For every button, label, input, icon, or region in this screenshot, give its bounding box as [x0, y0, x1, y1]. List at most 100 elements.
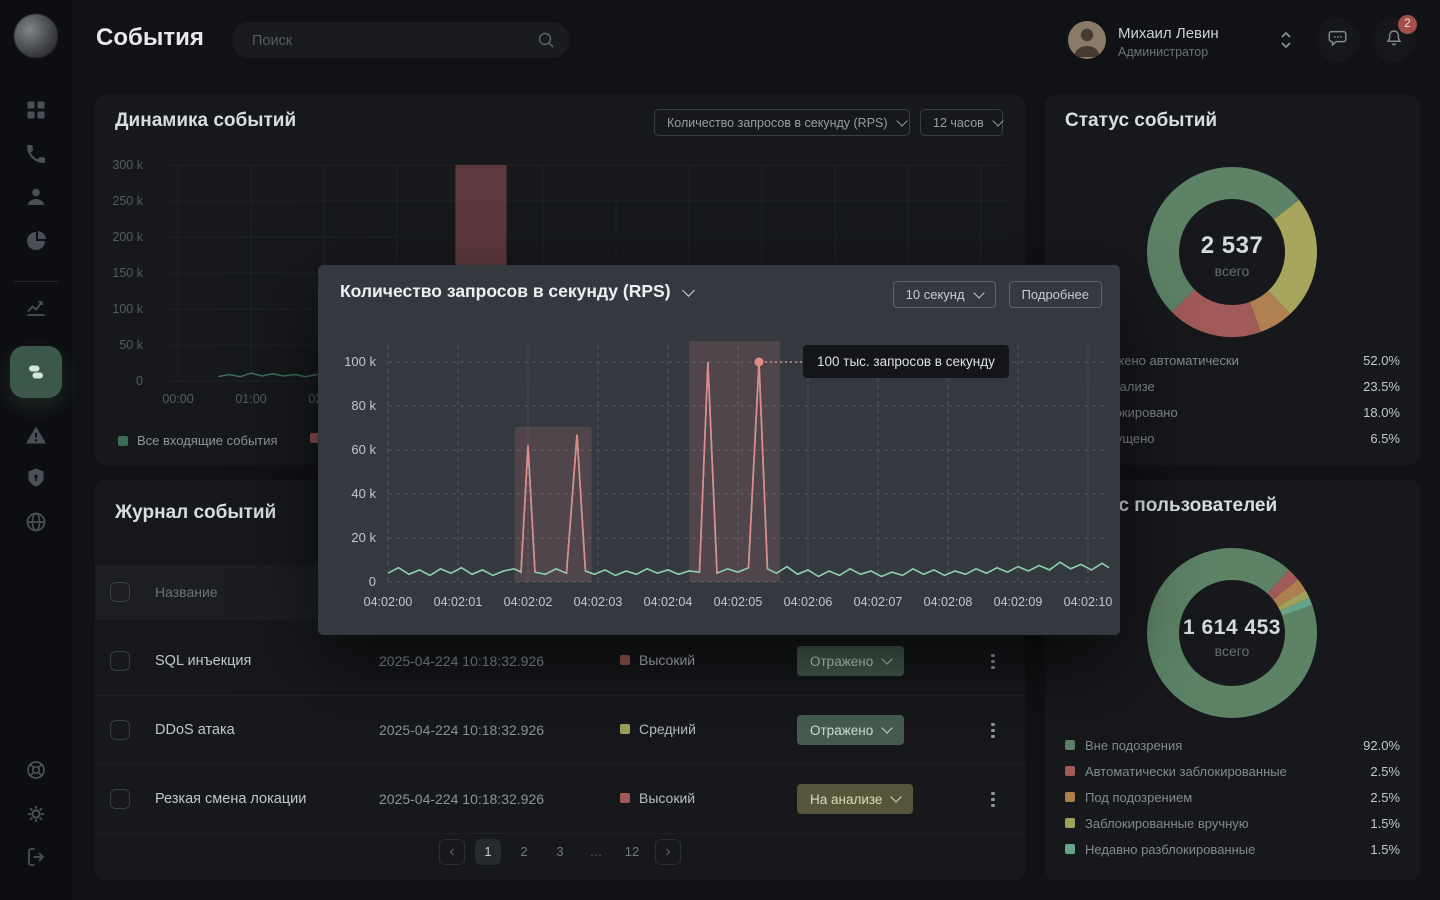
column-header-name: Название [155, 584, 218, 600]
rps-ytick: 0 [369, 574, 376, 589]
chevron-down-icon [896, 115, 907, 126]
event-name: SQL инъекция [155, 653, 251, 669]
rps-xtick: 04:02:05 [714, 595, 763, 609]
pagination-page[interactable]: 1 [475, 839, 501, 865]
status-legend-label: Недавно разблокированные [1065, 842, 1255, 857]
legend-text: Автоматически заблокированные [1085, 764, 1287, 779]
dynamics-ytick: 150 k [112, 266, 143, 280]
pagination-prev[interactable]: ‹ [439, 839, 465, 865]
chevron-down-icon [992, 115, 1003, 126]
search-box [232, 22, 570, 58]
dynamics-ytick: 50 k [119, 338, 143, 352]
users-status-legend: Вне подозрения92.0% Автоматически заблоки… [1065, 732, 1400, 862]
sidebar-item-events-active[interactable] [10, 346, 62, 398]
status-legend-label: Автоматически заблокированные [1065, 764, 1287, 779]
search-input[interactable] [250, 22, 534, 60]
events-sync-icon [24, 360, 48, 384]
avatar[interactable] [1068, 21, 1106, 59]
modal-title: Количество запросов в секунду (RPS) [340, 281, 671, 302]
dynamics-ytick: 250 k [112, 194, 143, 208]
modal-title-dropdown[interactable]: Количество запросов в секунду (RPS) [340, 281, 693, 302]
legend-percent: 2.5% [1370, 764, 1400, 779]
chart-tooltip: 100 тыс. запросов в секунду [803, 345, 1009, 378]
severity-label: Высокий [639, 790, 695, 806]
pagination-page[interactable]: 12 [619, 839, 645, 865]
select-all-checkbox[interactable] [110, 582, 130, 602]
journal-rows: SQL инъекция 2025-04-224 10:18:32.926 Высо… [95, 627, 1025, 834]
chevron-down-icon [891, 791, 902, 802]
app-logo[interactable] [14, 14, 58, 58]
events-donut-svg[interactable] [1132, 152, 1332, 352]
table-row: DDoS атака2025-04-224 10:18:32.926Средни… [95, 696, 1025, 765]
rps-xtick: 04:02:03 [574, 595, 623, 609]
event-severity: Высокий [620, 652, 695, 668]
table-row: SQL инъекция 2025-04-224 10:18:32.926 Высо… [95, 627, 1025, 696]
status-select[interactable]: На анализе [797, 784, 913, 814]
metric-select[interactable]: Количество запросов в секунду (RPS) [654, 109, 910, 136]
users-icon[interactable] [24, 185, 48, 209]
search-icon[interactable] [537, 31, 555, 49]
pagination-next[interactable]: › [655, 839, 681, 865]
event-checkbox[interactable] [110, 720, 130, 740]
event-datetime: 2025-04-224 10:18:32.926 [379, 722, 544, 738]
status-legend-label: Под подозрением [1065, 790, 1192, 805]
legend-item: Все входящие события [118, 433, 278, 448]
phone-icon[interactable] [24, 142, 48, 166]
legend-label: Все входящие события [137, 433, 278, 448]
pagination-page[interactable]: 3 [547, 839, 573, 865]
event-name: DDoS атака [155, 722, 235, 738]
rps-ytick: 80 k [351, 398, 376, 413]
details-button[interactable]: Подробнее [1009, 281, 1102, 308]
status-select[interactable]: Отражено [797, 715, 904, 745]
status-select[interactable]: Отражено [797, 646, 904, 676]
interval-select[interactable]: 10 секунд [893, 281, 996, 308]
legend-percent: 6.5% [1370, 431, 1400, 446]
analytics-trend-icon[interactable] [24, 295, 48, 319]
row-menu-kebab-icon[interactable] [985, 720, 1001, 741]
range-select[interactable]: 12 часов [920, 109, 1003, 136]
legend-percent: 1.5% [1370, 816, 1400, 831]
legend-text: Вне подозрения [1085, 738, 1182, 753]
legend-text: Под подозрением [1085, 790, 1192, 805]
support-lifebuoy-icon[interactable] [24, 758, 48, 782]
row-menu-kebab-icon[interactable] [985, 651, 1001, 672]
dynamics-ytick: 100 k [112, 302, 143, 316]
status-legend-row: Вне подозрения92.0% [1065, 732, 1400, 758]
event-checkbox[interactable] [110, 789, 130, 809]
header: События Михаил Левин Администратор 2 [0, 0, 1440, 80]
chevron-down-icon [882, 653, 893, 664]
globe-icon[interactable] [24, 510, 48, 534]
pagination-ellipsis: … [583, 839, 609, 865]
journal-title: Журнал событий [115, 502, 276, 524]
rps-xtick: 04:02:06 [784, 595, 833, 609]
user-menu-chevrons-icon[interactable] [1278, 28, 1294, 52]
legend-percent: 1.5% [1370, 842, 1400, 857]
alerts-warning-icon[interactable] [24, 423, 48, 447]
rps-xtick: 04:02:09 [994, 595, 1043, 609]
chevron-down-icon [973, 287, 984, 298]
notifications-count-badge: 2 [1398, 15, 1417, 34]
users-donut-svg[interactable] [1132, 533, 1332, 733]
settings-gear-icon[interactable] [24, 802, 48, 826]
event-severity: Высокий [620, 790, 695, 806]
dynamics-ytick: 0 [136, 374, 143, 388]
user-role: Администратор [1118, 45, 1208, 59]
pagination-page[interactable]: 2 [511, 839, 537, 865]
dashboard-grid-icon[interactable] [24, 98, 48, 122]
dynamics-xtick: 01:00 [235, 392, 266, 406]
rps-xtick: 04:02:07 [854, 595, 903, 609]
event-checkbox[interactable] [110, 651, 130, 671]
donut-slice [1144, 545, 1320, 721]
shield-icon[interactable] [24, 466, 48, 490]
dynamics-ytick: 200 k [112, 230, 143, 244]
messages-button[interactable] [1316, 18, 1360, 62]
row-menu-kebab-icon[interactable] [985, 789, 1001, 810]
modal-chart-svg[interactable]: 020 k40 k60 k80 k100 k04:02:0004:02:0104… [318, 265, 1120, 620]
event-datetime: 2025-04-224 10:18:32.926 [379, 791, 544, 807]
legend-swatch [1065, 792, 1075, 802]
pie-chart-icon[interactable] [24, 229, 48, 253]
sidebar-divider [14, 281, 58, 282]
logout-icon[interactable] [24, 845, 48, 869]
event-datetime: 2025-04-224 10:18:32.926 [379, 653, 544, 669]
rps-xtick: 04:02:04 [644, 595, 693, 609]
